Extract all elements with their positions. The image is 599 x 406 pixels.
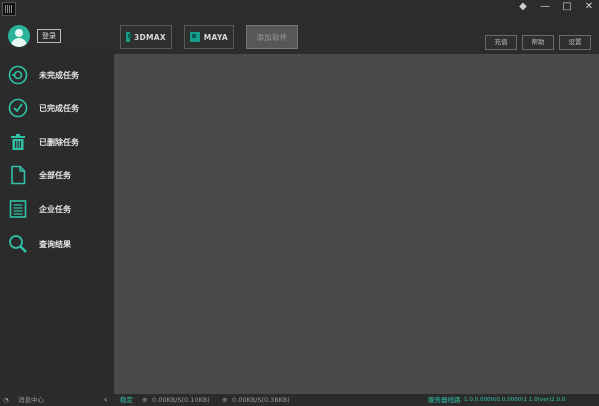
message-center-link[interactable]: 消息中心 [18, 396, 44, 405]
settings-button[interactable]: 设置 [559, 35, 591, 50]
sidebar-item-enterprise[interactable]: 企业任务 [7, 196, 111, 222]
close-icon[interactable]: ✕ [583, 2, 595, 12]
completed-check-icon [7, 97, 29, 119]
maximize-icon[interactable]: □ [561, 2, 573, 12]
software-tab-3dsmax[interactable]: 3DMAX [120, 25, 172, 49]
add-software-button[interactable]: 添加软件 [246, 25, 298, 49]
collapse-sidebar-icon[interactable]: ‹ [104, 395, 107, 404]
software-tab-label: 3DMAX [134, 32, 166, 42]
version-label: 1.0.0.0000(0.0.0000)1 1.0(ver)2.0.0 [464, 397, 566, 403]
title-bar: ◆ — □ ✕ 登录 3DMAX MAYA 添加软件 充值 帮助 设置 [0, 0, 599, 54]
sidebar-item-label: 全部任务 [39, 170, 71, 180]
sidebar-item-completed[interactable]: 已完成任务 [7, 95, 111, 121]
document-icon [7, 164, 29, 186]
search-icon [7, 233, 29, 255]
message-center-icon[interactable]: ◔ [3, 396, 9, 405]
download-speed: 0.00KB/S(0.38KB) [232, 396, 290, 404]
3dsmax-logo-icon [126, 32, 132, 42]
help-button[interactable]: 帮助 [522, 35, 554, 50]
login-button[interactable]: 登录 [37, 29, 61, 43]
top-right-buttons: 充值 帮助 设置 [485, 35, 591, 50]
software-tab-label: MAYA [203, 32, 228, 42]
app-logo-icon [2, 2, 16, 16]
download-icon: ⊕ [222, 396, 228, 404]
add-software-label: 添加软件 [256, 32, 288, 42]
list-document-icon [7, 198, 29, 220]
status-bar: ◔ 消息中心 ‹ 稳定 ⊕ 0.00KB/S(0.10KB) ⊕ 0.00KB/… [0, 394, 599, 406]
skin-icon[interactable]: ◆ [517, 2, 529, 12]
sidebar-item-label: 未完成任务 [39, 70, 79, 80]
server-route-link[interactable]: 服务器线路 [428, 396, 461, 405]
trash-icon [7, 131, 29, 153]
sidebar-item-search-results[interactable]: 查询结果 [7, 231, 111, 257]
sidebar: 未完成任务 已完成任务 已删除任务 全部任务 企业任务 查询结果 [0, 54, 114, 394]
upload-icon: ⊕ [142, 396, 148, 404]
minimize-icon[interactable]: — [539, 2, 551, 12]
maya-logo-icon [190, 32, 200, 42]
sidebar-item-label: 企业任务 [39, 204, 71, 214]
sidebar-item-label: 已删除任务 [39, 137, 79, 147]
user-avatar-icon[interactable] [8, 25, 30, 47]
sidebar-item-deleted[interactable]: 已删除任务 [7, 129, 111, 155]
sidebar-item-label: 查询结果 [39, 239, 71, 249]
upload-speed: 0.00KB/S(0.10KB) [152, 396, 210, 404]
sidebar-item-label: 已完成任务 [39, 103, 79, 113]
recharge-button[interactable]: 充值 [485, 35, 517, 50]
task-content-area[interactable] [114, 54, 599, 394]
sidebar-item-pending[interactable]: 未完成任务 [7, 62, 111, 88]
pending-task-icon [7, 64, 29, 86]
connection-status-label: 稳定 [120, 396, 133, 404]
window-controls: ◆ — □ ✕ [517, 2, 595, 12]
sidebar-item-all[interactable]: 全部任务 [7, 162, 111, 188]
software-tab-maya[interactable]: MAYA [184, 25, 234, 49]
